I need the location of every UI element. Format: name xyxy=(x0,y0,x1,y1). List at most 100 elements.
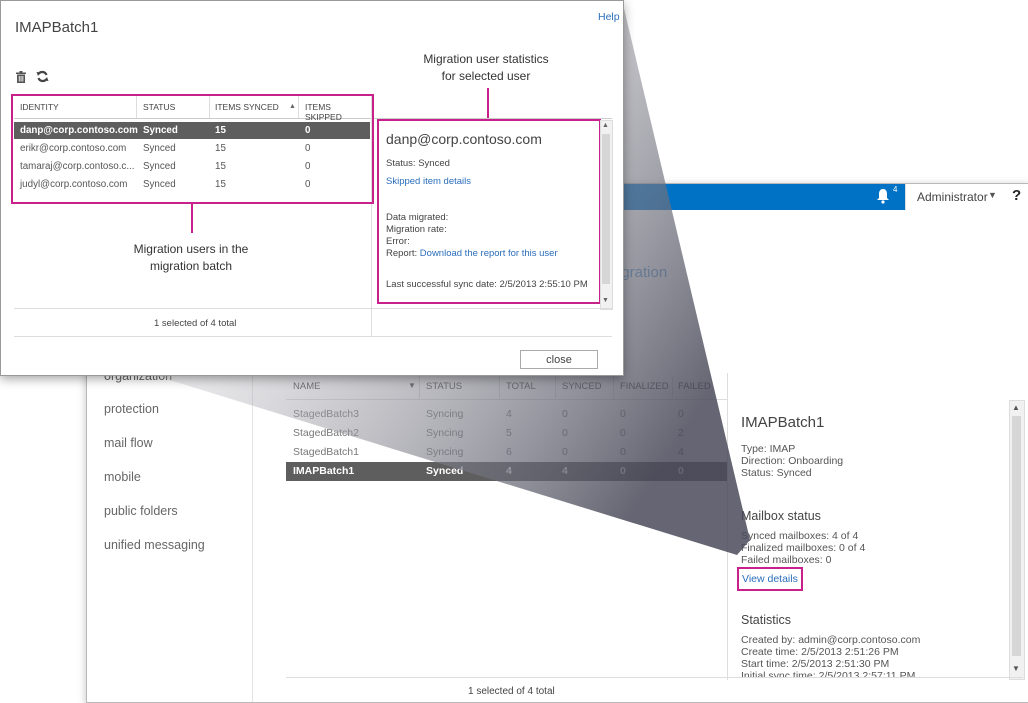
column-divider xyxy=(672,376,673,398)
annotation-users: Migration users in the migration batch xyxy=(91,241,291,275)
details-direction: Direction: Onboarding xyxy=(741,455,844,467)
batch-status: Syncing xyxy=(426,427,464,439)
page-title: igration xyxy=(618,264,668,281)
col-failed[interactable]: FAILED xyxy=(678,381,711,392)
annotation-stats-line2: for selected user xyxy=(441,69,531,83)
scroll-down-icon[interactable]: ▼ xyxy=(1012,664,1020,673)
col-name[interactable]: NAME xyxy=(293,381,320,392)
selection-status: 1 selected of 4 total xyxy=(468,686,555,697)
stats-migration-rate: Migration rate: xyxy=(386,224,447,235)
batch-name: StagedBatch2 xyxy=(293,427,359,439)
create-time: Create time: 2/5/2013 2:51:26 PM xyxy=(741,646,899,658)
annotation-connector xyxy=(487,88,489,120)
table-row[interactable]: StagedBatch1 Syncing 6 0 0 4 xyxy=(286,443,727,462)
batch-synced: 0 xyxy=(562,408,568,420)
annotation-users-line2: migration batch xyxy=(149,259,233,273)
nav-protection[interactable]: protection xyxy=(104,402,159,416)
batch-failed: 0 xyxy=(678,465,684,477)
table-row[interactable]: StagedBatch3 Syncing 4 0 0 0 xyxy=(286,405,727,424)
dialog-title: IMAPBatch1 xyxy=(15,19,99,36)
view-details-link[interactable]: View details xyxy=(742,573,798,585)
table-row[interactable]: StagedBatch2 Syncing 5 0 0 2 xyxy=(286,424,727,443)
created-by: Created by: admin@corp.contoso.com xyxy=(741,634,921,646)
batch-details-dialog: IMAPBatch1 Help Migration user statistic… xyxy=(0,0,624,376)
batch-status: Syncing xyxy=(426,446,464,458)
scroll-up-icon[interactable]: ▲ xyxy=(1012,403,1020,412)
annotation-stats-line1: Migration user statistics xyxy=(423,52,549,66)
stats-report-label: Report: xyxy=(386,248,418,259)
users-highlight xyxy=(11,94,374,204)
batch-table-header: NAME ▼ STATUS TOTAL SYNCED FINALIZED FAI… xyxy=(286,373,727,400)
scrollbar-thumb[interactable] xyxy=(602,134,610,284)
annotation-connector xyxy=(191,204,193,233)
user-menu[interactable]: Administrator xyxy=(917,190,988,204)
help-icon[interactable]: ? xyxy=(1012,187,1021,204)
skipped-item-details-link[interactable]: Skipped item details xyxy=(386,176,471,187)
notification-count: 4 xyxy=(893,185,898,194)
col-total[interactable]: TOTAL xyxy=(506,381,536,392)
list-bottom-divider xyxy=(14,336,612,337)
close-button[interactable]: close xyxy=(520,350,598,369)
details-status: Status: Synced xyxy=(741,467,812,479)
scroll-down-icon[interactable]: ▼ xyxy=(602,297,609,304)
annotation-stats: Migration user statistics for selected u… xyxy=(379,51,593,85)
panel-divider xyxy=(727,373,728,680)
help-link[interactable]: Help xyxy=(598,11,620,23)
batch-finalized: 0 xyxy=(620,427,626,439)
scrollbar-thumb[interactable] xyxy=(1012,416,1021,656)
statistics-heading: Statistics xyxy=(741,613,792,627)
nav-mobile[interactable]: mobile xyxy=(104,470,141,484)
sort-desc-icon[interactable]: ▼ xyxy=(408,381,416,390)
mailbox-status-heading: Mailbox status xyxy=(741,509,821,523)
batch-failed: 0 xyxy=(678,408,684,420)
column-divider xyxy=(555,376,556,398)
details-title: IMAPBatch1 xyxy=(741,414,825,431)
col-synced[interactable]: SYNCED xyxy=(562,381,602,392)
stats-data-migrated: Data migrated: xyxy=(386,212,449,223)
stats-email: danp@corp.contoso.com xyxy=(386,131,542,147)
batch-finalized: 0 xyxy=(620,465,626,477)
column-divider xyxy=(613,376,614,398)
finalized-mailboxes: Finalized mailboxes: 0 of 4 xyxy=(741,542,866,554)
start-time: Start time: 2/5/2013 2:51:30 PM xyxy=(741,658,890,670)
batch-total: 4 xyxy=(506,408,512,420)
chevron-down-icon[interactable]: ▼ xyxy=(988,190,997,200)
failed-mailboxes: Failed mailboxes: 0 xyxy=(741,554,832,566)
notification-bell-icon[interactable] xyxy=(876,188,890,204)
batch-status: Synced xyxy=(426,465,464,477)
batch-name: IMAPBatch1 xyxy=(293,465,355,477)
stats-report: Report: Download the report for this use… xyxy=(386,248,558,259)
batch-total: 6 xyxy=(506,446,512,458)
batch-name: StagedBatch1 xyxy=(293,446,359,458)
nav-mail-flow[interactable]: mail flow xyxy=(104,436,153,450)
stats-status: Status: Synced xyxy=(386,158,450,169)
table-row-selected[interactable]: IMAPBatch1 Synced 4 4 0 0 xyxy=(286,462,727,481)
col-status[interactable]: STATUS xyxy=(426,381,462,392)
details-type: Type: IMAP xyxy=(741,443,796,455)
column-divider xyxy=(419,376,420,398)
batch-failed: 4 xyxy=(678,446,684,458)
delete-icon[interactable] xyxy=(15,71,27,83)
refresh-icon[interactable] xyxy=(36,70,49,83)
scroll-up-icon[interactable]: ▲ xyxy=(602,122,609,129)
nav-public-folders[interactable]: public folders xyxy=(104,504,178,518)
column-divider xyxy=(499,376,500,398)
table-footer xyxy=(286,677,1023,702)
batch-finalized: 0 xyxy=(620,446,626,458)
batch-synced: 4 xyxy=(562,465,568,477)
batch-total: 5 xyxy=(506,427,512,439)
nav-unified-messaging[interactable]: unified messaging xyxy=(104,538,205,552)
batch-finalized: 0 xyxy=(620,408,626,420)
download-report-link[interactable]: Download the report for this user xyxy=(420,248,558,259)
batch-total: 4 xyxy=(506,465,512,477)
nav-divider xyxy=(252,374,253,702)
stats-error: Error: xyxy=(386,236,410,247)
batch-name: StagedBatch3 xyxy=(293,408,359,420)
stats-last-sync: Last successful sync date: 2/5/2013 2:55… xyxy=(386,279,588,290)
batch-synced: 0 xyxy=(562,446,568,458)
list-footer-divider xyxy=(14,308,612,309)
initial-sync-time: Initial sync time: 2/5/2013 2:57:11 PM xyxy=(741,670,916,677)
annotation-users-line1: Migration users in the xyxy=(133,242,249,256)
selection-status: 1 selected of 4 total xyxy=(154,318,237,329)
col-finalized[interactable]: FINALIZED xyxy=(620,381,669,392)
